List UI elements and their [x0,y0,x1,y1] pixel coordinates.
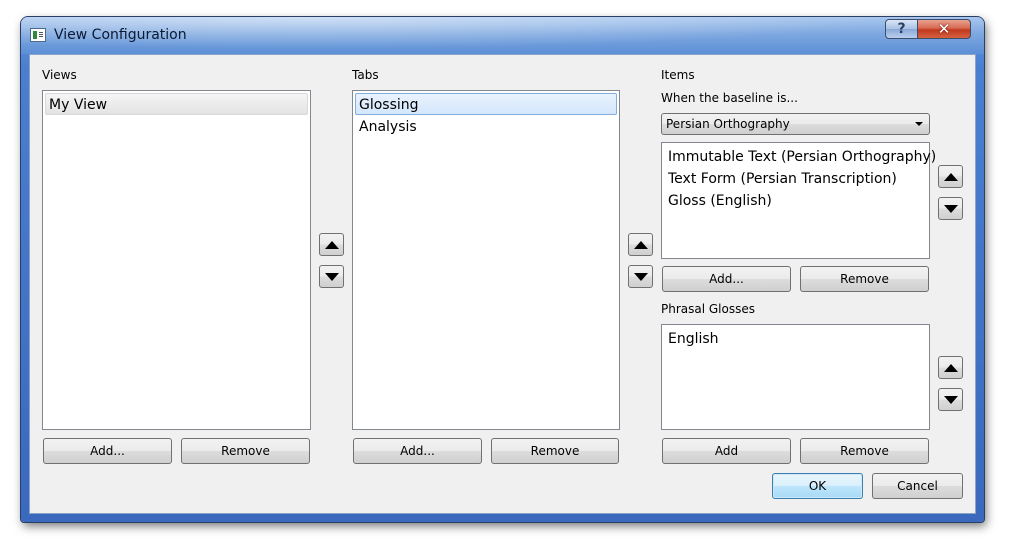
phrasal-add-button[interactable]: Add [662,438,791,464]
dialog-client-area: Views My View Add... Remove Tabs Glossin… [29,54,976,514]
phrasal-move-down-button[interactable] [938,388,963,411]
phrasal-move-up-button[interactable] [938,356,963,379]
items-label: Items [661,68,695,82]
arrow-up-icon [633,240,648,249]
phrasal-glosses-list[interactable]: English [661,324,930,430]
items-move-down-button[interactable] [938,197,963,220]
views-move-up-button[interactable] [319,233,344,256]
tabs-remove-button[interactable]: Remove [491,438,619,464]
chevron-down-icon [915,122,923,126]
arrow-up-icon [324,240,339,249]
baseline-select[interactable]: Persian Orthography [661,113,930,135]
cancel-button[interactable]: Cancel [872,473,963,499]
views-list[interactable]: My View [42,90,311,430]
arrow-down-icon [324,272,339,281]
views-remove-button[interactable]: Remove [181,438,310,464]
list-item[interactable]: Analysis [355,115,617,137]
baseline-label: When the baseline is... [661,91,798,105]
items-move-up-button[interactable] [938,165,963,188]
arrow-down-icon [943,204,958,213]
help-button[interactable]: ? [885,19,918,39]
views-add-button[interactable]: Add... [43,438,172,464]
close-button[interactable]: ✕ [917,19,971,39]
list-item[interactable]: My View [45,93,308,115]
arrow-down-icon [943,395,958,404]
baseline-select-value: Persian Orthography [666,117,790,131]
list-item[interactable]: Glossing [355,93,617,115]
arrow-up-icon [943,363,958,372]
title-bar[interactable]: View Configuration ? ✕ [21,17,984,54]
tabs-add-button[interactable]: Add... [353,438,482,464]
arrow-up-icon [943,172,958,181]
view-configuration-window: View Configuration ? ✕ Views My View Add… [21,17,984,522]
phrasal-glosses-label: Phrasal Glosses [661,302,755,316]
window-title: View Configuration [54,27,187,43]
list-item[interactable]: Immutable Text (Persian Orthography) [664,145,936,167]
tabs-list[interactable]: Glossing Analysis [352,90,620,430]
arrow-down-icon [633,272,648,281]
app-icon [30,28,46,42]
phrasal-remove-button[interactable]: Remove [800,438,929,464]
items-remove-button[interactable]: Remove [800,266,929,292]
list-item[interactable]: English [664,327,927,349]
tabs-label: Tabs [352,68,379,82]
list-item[interactable]: Text Form (Persian Transcription) [664,167,927,189]
tabs-move-up-button[interactable] [628,233,653,256]
items-add-button[interactable]: Add... [662,266,791,292]
list-item[interactable]: Gloss (English) [664,189,927,211]
views-label: Views [42,68,77,82]
views-move-down-button[interactable] [319,265,344,288]
ok-button[interactable]: OK [772,473,863,499]
tabs-move-down-button[interactable] [628,265,653,288]
items-list[interactable]: Immutable Text (Persian Orthography) Tex… [661,142,936,259]
